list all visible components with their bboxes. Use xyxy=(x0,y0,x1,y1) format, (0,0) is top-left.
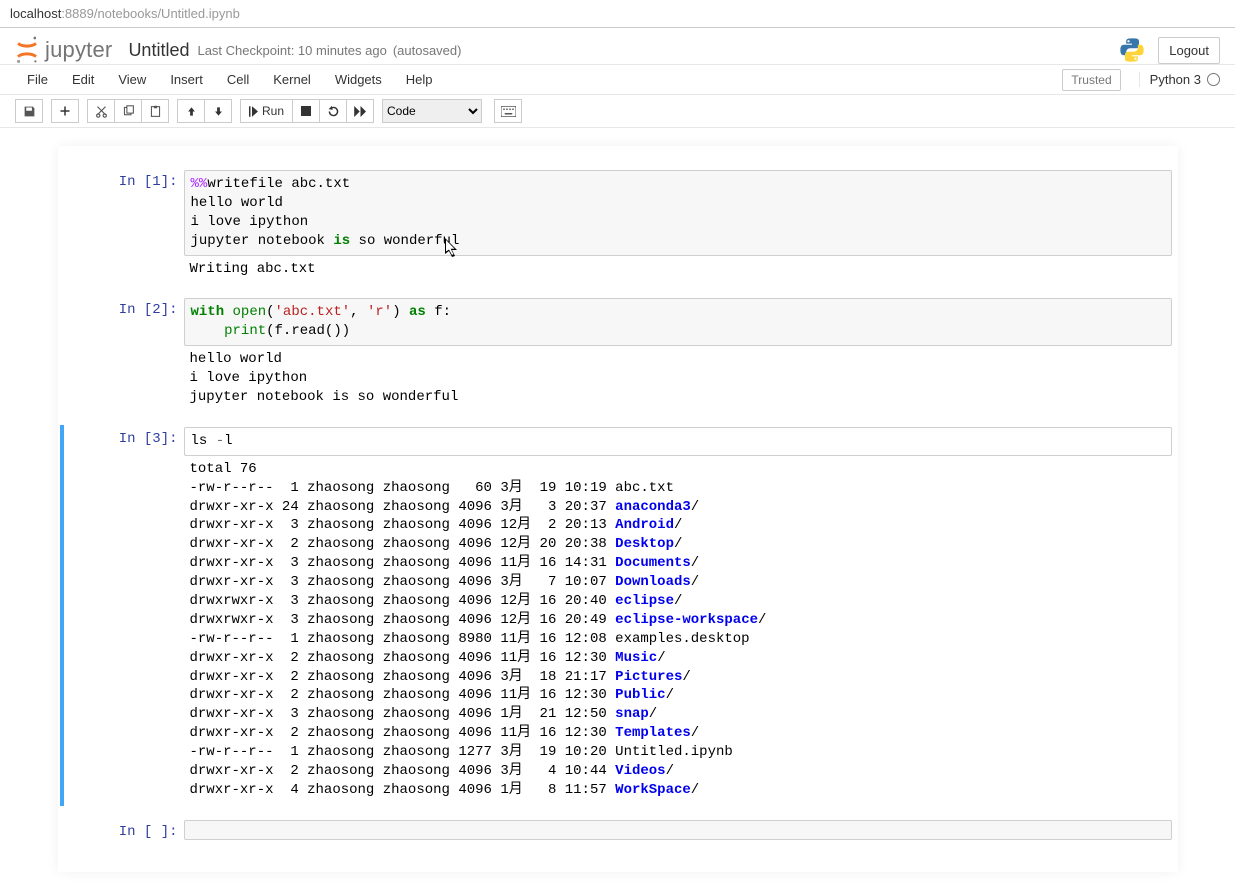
menu-help[interactable]: Help xyxy=(394,66,445,93)
kernel-indicator[interactable]: Python 3 xyxy=(1139,72,1220,87)
cut-button[interactable] xyxy=(87,99,115,123)
logo-text: jupyter xyxy=(45,37,112,63)
autosave-text: (autosaved) xyxy=(393,43,462,58)
copy-icon xyxy=(122,105,135,118)
code-input[interactable] xyxy=(184,820,1172,840)
code-input[interactable]: with open('abc.txt', 'r') as f: print(f.… xyxy=(184,298,1172,346)
notebook-name[interactable]: Untitled xyxy=(128,40,189,61)
address-path: :8889/notebooks/Untitled.ipynb xyxy=(61,6,240,21)
paste-icon xyxy=(149,105,162,118)
cut-icon xyxy=(95,105,108,118)
copy-button[interactable] xyxy=(114,99,142,123)
stop-icon xyxy=(301,106,311,116)
input-prompt: In [3]: xyxy=(64,427,184,447)
code-cell[interactable]: In [ ]: xyxy=(64,818,1172,842)
menubar: File Edit View Insert Cell Kernel Widget… xyxy=(0,65,1235,95)
run-button[interactable]: Run xyxy=(240,99,293,123)
paste-button[interactable] xyxy=(141,99,169,123)
run-label: Run xyxy=(262,104,284,118)
fast-forward-icon xyxy=(354,106,367,117)
cell-output: hello world i love ipython jupyter noteb… xyxy=(184,346,1172,411)
kernel-idle-icon xyxy=(1207,73,1220,86)
input-prompt: In [ ]: xyxy=(64,820,184,840)
notebook-container: In [1]: %%writefile abc.txt hello world … xyxy=(58,146,1178,872)
menu-view[interactable]: View xyxy=(106,66,158,93)
trusted-indicator[interactable]: Trusted xyxy=(1062,69,1120,91)
toolbar: Run Code xyxy=(0,95,1235,128)
menu-file[interactable]: File xyxy=(15,66,60,93)
cell-output: Writing abc.txt xyxy=(184,256,1172,283)
restart-icon xyxy=(327,105,340,118)
cell-type-select[interactable]: Code xyxy=(382,99,482,123)
save-icon xyxy=(23,105,36,118)
python-icon xyxy=(1118,36,1146,64)
menu-kernel[interactable]: Kernel xyxy=(261,66,323,93)
logout-button[interactable]: Logout xyxy=(1158,37,1220,64)
command-palette-button[interactable] xyxy=(494,99,522,123)
code-input[interactable]: %%writefile abc.txt hello world i love i… xyxy=(184,170,1172,256)
menu-cell[interactable]: Cell xyxy=(215,66,261,93)
code-cell[interactable]: In [2]: with open('abc.txt', 'r') as f: … xyxy=(64,296,1172,412)
checkpoint-text: Last Checkpoint: 10 minutes ago xyxy=(197,43,386,58)
input-prompt: In [2]: xyxy=(64,298,184,318)
cell-output: total 76 -rw-r--r-- 1 zhaosong zhaosong … xyxy=(184,456,1172,804)
address-bar[interactable]: localhost:8889/notebooks/Untitled.ipynb xyxy=(0,0,1235,28)
input-prompt: In [1]: xyxy=(64,170,184,190)
address-host: localhost xyxy=(10,6,61,21)
move-down-button[interactable] xyxy=(204,99,232,123)
code-cell[interactable]: In [1]: %%writefile abc.txt hello world … xyxy=(64,168,1172,284)
plus-icon xyxy=(59,105,71,117)
kernel-name: Python 3 xyxy=(1150,72,1201,87)
save-button[interactable] xyxy=(15,99,43,123)
move-up-button[interactable] xyxy=(177,99,205,123)
run-icon xyxy=(249,106,258,117)
jupyter-icon xyxy=(15,36,39,64)
restart-button[interactable] xyxy=(319,99,347,123)
arrow-up-icon xyxy=(186,106,197,117)
interrupt-button[interactable] xyxy=(292,99,320,123)
menu-insert[interactable]: Insert xyxy=(158,66,215,93)
header: jupyter Untitled Last Checkpoint: 10 min… xyxy=(0,28,1235,65)
menu-edit[interactable]: Edit xyxy=(60,66,106,93)
code-cell[interactable]: In [3]: ls -l total 76 -rw-r--r-- 1 zhao… xyxy=(60,425,1172,806)
restart-run-all-button[interactable] xyxy=(346,99,374,123)
arrow-down-icon xyxy=(213,106,224,117)
menu-widgets[interactable]: Widgets xyxy=(323,66,394,93)
add-cell-button[interactable] xyxy=(51,99,79,123)
keyboard-icon xyxy=(501,106,516,117)
jupyter-logo[interactable]: jupyter xyxy=(15,36,112,64)
code-input[interactable]: ls -l xyxy=(184,427,1172,456)
